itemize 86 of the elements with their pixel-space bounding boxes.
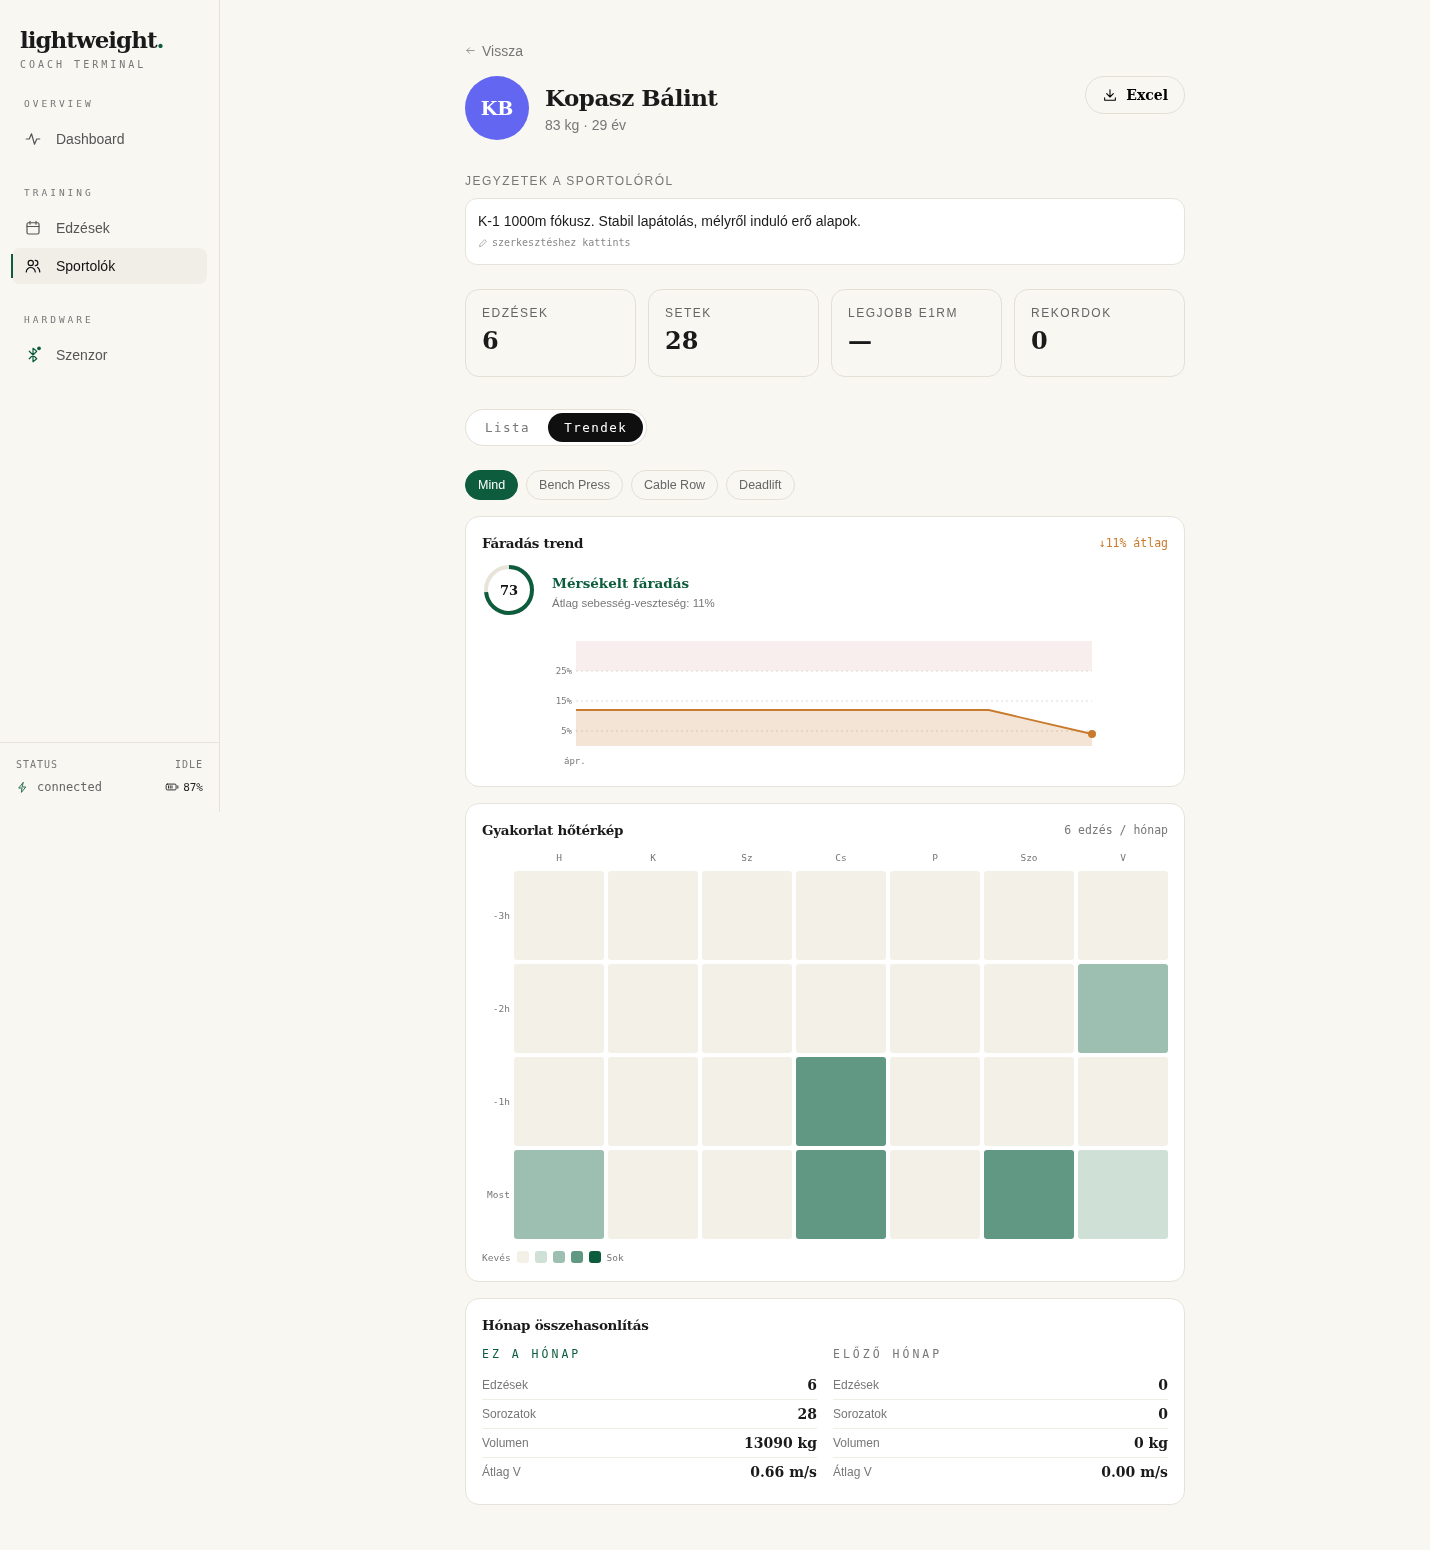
- column-label: V: [1119, 852, 1127, 863]
- download-icon: [1102, 87, 1119, 103]
- metric-label: Edzések: [833, 1378, 880, 1392]
- axis-label: 5%: [561, 726, 572, 736]
- data-point: [1088, 730, 1096, 738]
- row-label: -3h: [491, 910, 510, 921]
- row-label: -1h: [491, 1096, 510, 1107]
- score-value: 73: [499, 583, 519, 598]
- edit-hint: szerkesztéshez kattints: [492, 237, 631, 248]
- column-label: P: [931, 852, 939, 863]
- filter-chip[interactable]: Mind: [465, 470, 519, 500]
- column-label: K: [649, 852, 657, 863]
- trend-label: ↓11% átlag: [1098, 536, 1168, 550]
- column-title: ELŐZŐ HÓNAP: [833, 1347, 944, 1361]
- pencil-icon: [478, 237, 488, 248]
- card-title: Gyakorlat hőtérkép: [482, 822, 624, 838]
- metric-label: Volumen: [833, 1436, 880, 1450]
- calendar-icon: [24, 219, 42, 237]
- section-title: TRAINING: [24, 187, 95, 198]
- metric-value: 6: [807, 1377, 817, 1393]
- fatigue-status: Mérsékelt fáradás: [552, 575, 691, 591]
- battery-icon: [165, 780, 180, 794]
- metric-label: Sorozatok: [833, 1407, 888, 1421]
- nav-item[interactable]: Szenzor: [12, 337, 207, 373]
- axis-label: 25%: [555, 666, 572, 676]
- athlete-name: Kopasz Bálint: [545, 83, 719, 111]
- section-title: HARDWARE: [24, 314, 95, 325]
- axis-label: 15%: [555, 696, 572, 706]
- export-button[interactable]: Excel: [1085, 76, 1185, 114]
- notes-text: K-1 1000m fókusz. Stabil lapátolás, mélyről induló erő alapok.: [478, 213, 862, 229]
- users-icon: [24, 257, 42, 275]
- metric-label: Volumen: [482, 1436, 529, 1450]
- nav-item[interactable]: Dashboard: [12, 121, 207, 157]
- metric-value: 0.00 m/s: [1101, 1464, 1168, 1480]
- metric-value: 28: [797, 1406, 817, 1422]
- metric-value: 13090 kg: [743, 1435, 817, 1451]
- row-label: -2h: [491, 1003, 510, 1014]
- metric-value: 0.66 m/s: [750, 1464, 817, 1480]
- logo: lightweight: [20, 26, 157, 53]
- pulse-icon: [24, 130, 42, 148]
- metric-label: Sorozatok: [482, 1407, 537, 1421]
- connection-status: connected: [37, 780, 103, 794]
- athlete-meta: 83 kg · 29 év: [545, 116, 627, 133]
- column-title: EZ A HÓNAP: [482, 1347, 583, 1361]
- logo-subtitle: COACH TERMINAL: [20, 59, 148, 70]
- back-link[interactable]: Vissza: [465, 42, 523, 59]
- metric-value: 0: [1158, 1377, 1168, 1393]
- arrow-left-icon: [465, 45, 476, 56]
- status-state: IDLE: [174, 759, 203, 770]
- column-label: H: [555, 852, 563, 863]
- stat-value: —: [848, 326, 873, 355]
- stat-label: EDZÉSEK: [482, 306, 550, 320]
- card-title: Fáradás trend: [482, 535, 584, 551]
- fatigue-detail: Átlag sebesség-veszteség: 11%: [552, 597, 715, 609]
- nav-item[interactable]: Edzések: [12, 210, 207, 246]
- legend-label: Sok: [606, 1251, 624, 1263]
- stat-value: 6: [482, 326, 500, 355]
- stat-value: 0: [1031, 326, 1049, 355]
- metric-label: Edzések: [482, 1378, 529, 1392]
- axis-label: ápr.: [564, 756, 586, 766]
- status-label: STATUS: [16, 759, 59, 770]
- notes-field[interactable]: K-1 1000m fókusz. Stabil lapátolás, mélyről induló erő alapok. szerkesztéshez kattints: [465, 198, 1185, 265]
- bolt-icon: [16, 780, 29, 794]
- stat-label: SETEK: [665, 306, 713, 320]
- row-label: Most: [486, 1189, 510, 1200]
- card-title: Hónap összehasonlítás: [482, 1317, 650, 1333]
- section-title: JEGYZETEK A SPORTOLÓRÓL: [465, 174, 675, 188]
- heatmap-summary: 6 edzés / hónap: [1064, 823, 1168, 837]
- metric-value: 0 kg: [1133, 1435, 1168, 1451]
- view-tab[interactable]: Lista: [469, 413, 547, 442]
- metric-label: Átlag V: [833, 1465, 872, 1479]
- stat-label: LEGJOBB E1RM: [848, 306, 960, 320]
- battery-level: 87%: [183, 780, 203, 794]
- metric-label: Átlag V: [482, 1465, 521, 1479]
- stat-value: 28: [665, 326, 700, 355]
- column-label: Cs: [834, 852, 848, 863]
- metric-value: 0: [1158, 1406, 1168, 1422]
- section-title: OVERVIEW: [24, 98, 95, 109]
- stat-label: REKORDOK: [1031, 306, 1113, 320]
- nav-item[interactable]: Sportolók: [12, 248, 207, 284]
- legend-label: Kevés: [482, 1251, 511, 1263]
- view-tab[interactable]: Trendek: [548, 413, 644, 442]
- avatar: KB: [465, 76, 529, 140]
- column-label: Sz: [740, 852, 754, 863]
- logo-dot: .: [156, 26, 165, 53]
- column-label: Szo: [1019, 852, 1039, 863]
